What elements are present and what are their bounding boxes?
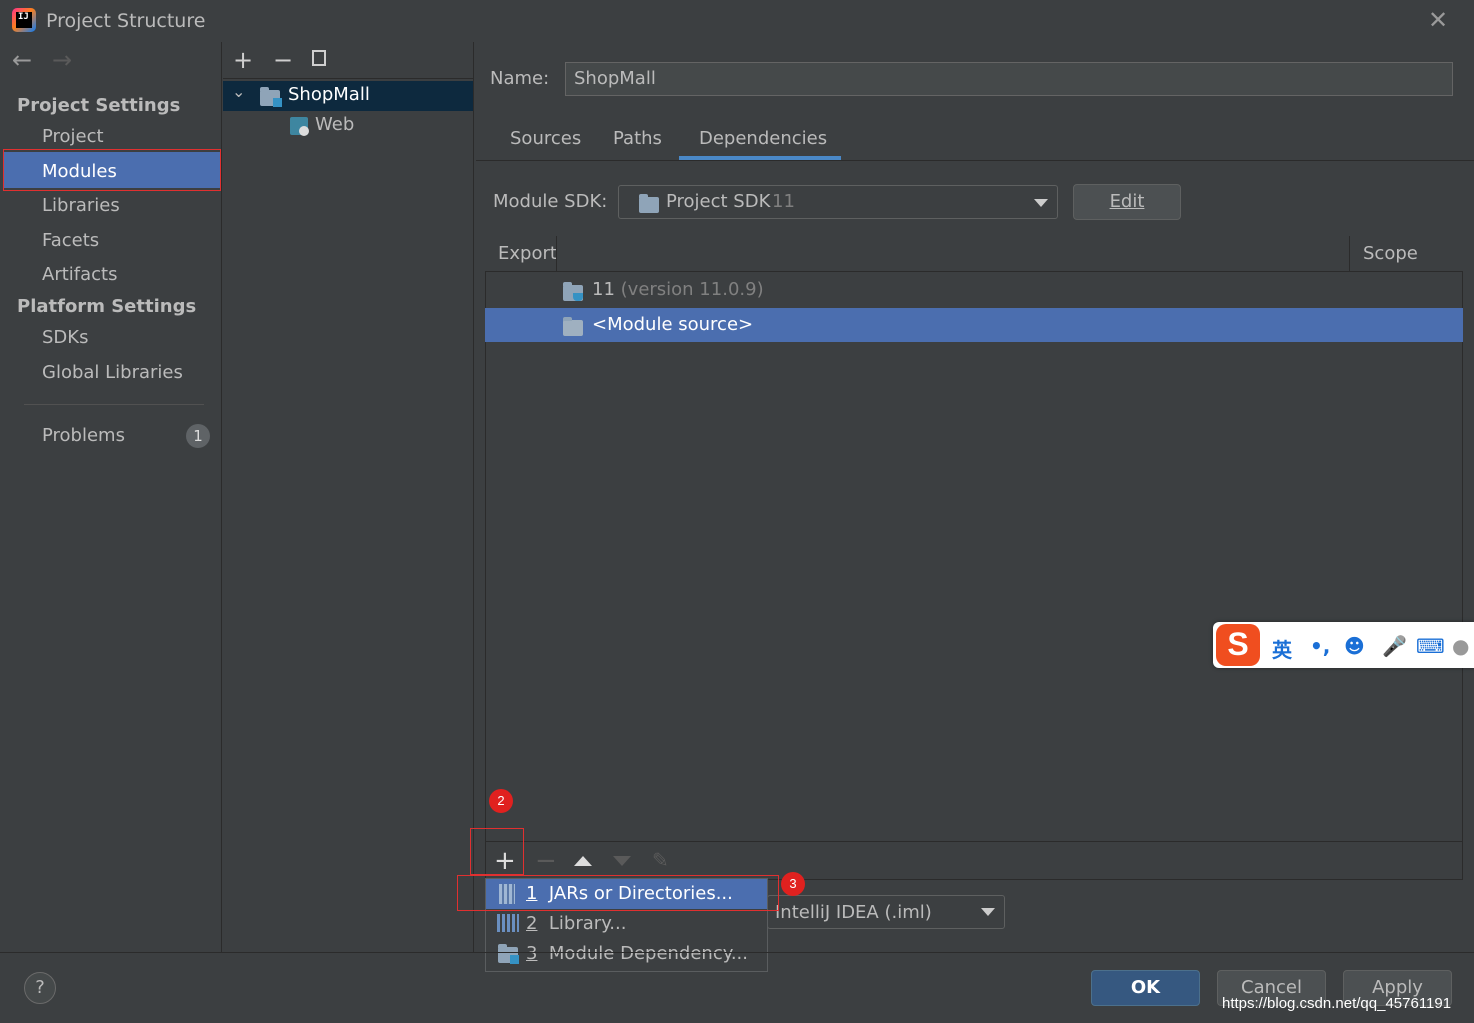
sidebar-item-project[interactable]: Project bbox=[42, 126, 104, 147]
coffee-cup-icon bbox=[573, 293, 583, 301]
dropdown-arrow-icon bbox=[981, 908, 995, 916]
tree-toolbar-divider bbox=[223, 78, 473, 79]
watermark-text: https://blog.csdn.net/qq_45761191 bbox=[1222, 995, 1452, 1012]
sdk-value: Project SDK bbox=[666, 191, 771, 212]
dropdown-arrow-icon bbox=[1034, 199, 1048, 207]
help-button[interactable]: ? bbox=[24, 972, 56, 1004]
tree-node-web[interactable]: Web bbox=[315, 114, 354, 135]
sogou-logo-icon[interactable]: S bbox=[1216, 624, 1260, 666]
sidebar-item-sdks[interactable]: SDKs bbox=[42, 327, 88, 348]
close-icon[interactable]: ✕ bbox=[1428, 6, 1448, 34]
sdk-version: 11 bbox=[772, 191, 795, 212]
tab-dependencies[interactable]: Dependencies bbox=[699, 128, 827, 149]
tabs-divider bbox=[476, 160, 1474, 161]
column-header-scope[interactable]: Scope bbox=[1363, 243, 1418, 264]
add-icon[interactable]: + bbox=[233, 46, 253, 74]
module-badge-icon bbox=[510, 955, 519, 964]
copy-icon[interactable] bbox=[312, 50, 326, 66]
menu-item-module-dependency[interactable]: 3 Module Dependency... bbox=[526, 943, 748, 964]
punctuation-icon[interactable]: •, bbox=[1310, 634, 1330, 658]
remove-dependency-icon[interactable]: − bbox=[535, 846, 557, 876]
library-icon bbox=[497, 914, 519, 932]
module-source-folder-icon bbox=[563, 317, 583, 336]
sidebar-item-artifacts[interactable]: Artifacts bbox=[42, 264, 117, 285]
user-icon[interactable]: ● bbox=[1452, 634, 1469, 658]
dependency-detail: (version 11.0.9) bbox=[620, 279, 764, 300]
move-up-icon[interactable] bbox=[574, 856, 592, 866]
table-toolbar-divider bbox=[485, 841, 1463, 842]
sdk-folder-icon bbox=[639, 194, 659, 213]
back-arrow-icon[interactable]: ← bbox=[12, 46, 32, 74]
column-header-export[interactable]: Export bbox=[498, 243, 557, 264]
dependency-name: 11 bbox=[592, 279, 615, 300]
storage-format-value: IntelliJ IDEA (.iml) bbox=[775, 902, 932, 923]
project-settings-header: Project Settings bbox=[17, 95, 181, 116]
annotation-marker-3: 3 bbox=[781, 872, 805, 896]
annotation-marker-2: 2 bbox=[489, 789, 513, 813]
module-name-input[interactable]: ShopMall bbox=[565, 62, 1453, 96]
sidebar-item-problems[interactable]: Problems bbox=[42, 425, 125, 446]
ime-language-mode[interactable]: 英 bbox=[1272, 634, 1292, 663]
module-badge-icon bbox=[273, 98, 282, 107]
tab-sources[interactable]: Sources bbox=[510, 128, 581, 149]
sidebar-item-facets[interactable]: Facets bbox=[42, 230, 99, 251]
bottom-divider bbox=[0, 952, 1474, 953]
edit-sdk-button[interactable]: Edit bbox=[1073, 184, 1181, 220]
table-header bbox=[485, 236, 1463, 272]
window-title: Project Structure bbox=[46, 10, 206, 32]
chevron-down-icon[interactable]: ⌄ bbox=[232, 82, 245, 101]
module-sdk-label: Module SDK: bbox=[493, 191, 608, 212]
edit-pencil-icon[interactable]: ✎ bbox=[652, 848, 669, 872]
tree-node-shopmall[interactable]: ShopMall bbox=[288, 84, 370, 105]
globe-icon bbox=[299, 126, 309, 136]
problems-count-badge: 1 bbox=[186, 424, 210, 448]
ok-button[interactable]: OK bbox=[1091, 970, 1200, 1006]
dependency-name: <Module source> bbox=[592, 314, 754, 335]
title-bar bbox=[0, 0, 1474, 42]
annotation-highlight-modules bbox=[3, 149, 221, 191]
column-divider bbox=[1349, 236, 1350, 272]
remove-icon[interactable]: − bbox=[273, 46, 293, 74]
menu-item-library[interactable]: 2 Library... bbox=[526, 913, 626, 934]
intellij-app-icon: IJ bbox=[12, 8, 36, 32]
sidebar-item-global-libraries[interactable]: Global Libraries bbox=[42, 362, 183, 383]
platform-settings-header: Platform Settings bbox=[17, 296, 197, 317]
name-label: Name: bbox=[490, 68, 550, 89]
microphone-icon[interactable]: 🎤 bbox=[1382, 634, 1407, 658]
forward-arrow-icon[interactable]: → bbox=[52, 46, 72, 74]
keyboard-icon[interactable]: ⌨ bbox=[1416, 634, 1445, 658]
emoji-icon[interactable]: ☻ bbox=[1344, 634, 1365, 658]
column-divider bbox=[556, 236, 557, 272]
sidebar-divider bbox=[24, 404, 204, 405]
sidebar-item-libraries[interactable]: Libraries bbox=[42, 195, 120, 216]
module-tree-panel bbox=[222, 42, 474, 952]
tab-paths[interactable]: Paths bbox=[613, 128, 662, 149]
annotation-highlight-jars bbox=[457, 875, 779, 911]
move-down-icon[interactable] bbox=[613, 856, 631, 866]
dependency-row[interactable]: 11 (version 11.0.9) bbox=[592, 279, 764, 300]
annotation-highlight-add bbox=[470, 828, 524, 875]
